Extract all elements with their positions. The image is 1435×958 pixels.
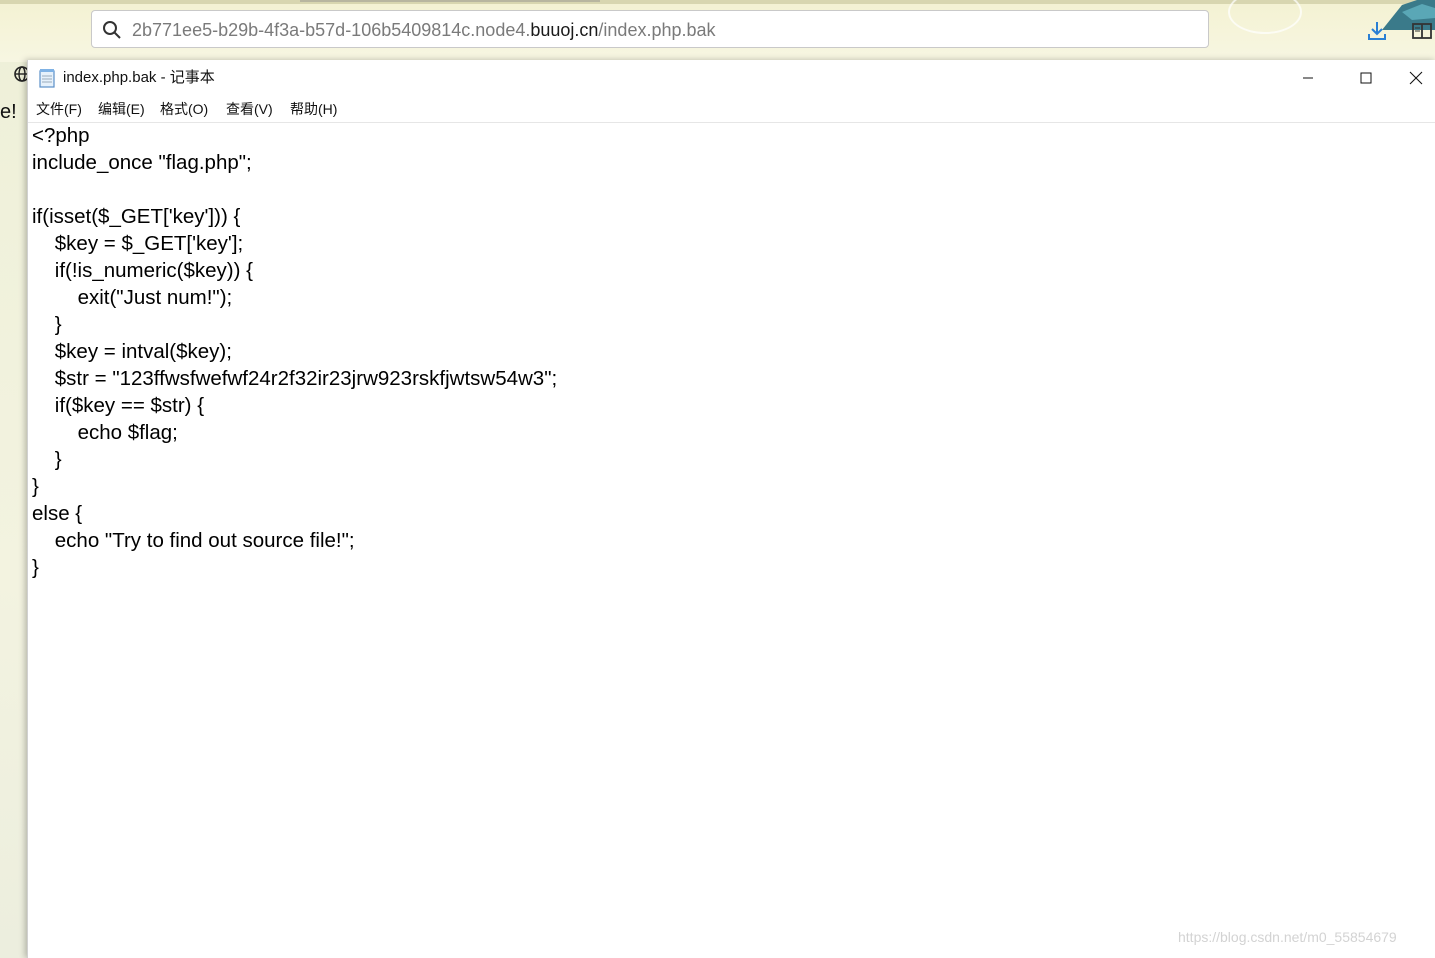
menu-view[interactable]: 查看(V)	[226, 96, 273, 122]
notepad-window[interactable]: index.php.bak - 记事本 文件(F) 编辑(E) 格式(O) 查看…	[27, 60, 1435, 958]
title-bar[interactable]: index.php.bak - 记事本	[28, 60, 1435, 96]
maximize-icon	[1360, 72, 1372, 84]
url-domain: buuoj.cn	[530, 20, 599, 40]
download-icon[interactable]	[1366, 20, 1388, 42]
maximize-button[interactable]	[1337, 60, 1395, 96]
text-editor-area[interactable]: <?php include_once "flag.php"; if(isset(…	[32, 122, 1432, 954]
window-title: index.php.bak - 记事本	[63, 69, 215, 86]
background-page-text: e!	[0, 101, 17, 123]
url-path: /index.php.bak	[598, 20, 716, 40]
address-bar[interactable]: 2b771ee5-b29b-4f3a-b57d-106b5409814c.nod…	[91, 10, 1209, 48]
close-icon	[1409, 71, 1422, 85]
menu-format[interactable]: 格式(O)	[160, 96, 208, 122]
menu-bar: 文件(F) 编辑(E) 格式(O) 查看(V) 帮助(H)	[28, 96, 1435, 123]
watermark: https://blog.csdn.net/m0_55854679	[1178, 929, 1397, 945]
background-decoration	[1228, 0, 1302, 34]
menu-file[interactable]: 文件(F)	[36, 96, 82, 122]
menu-help[interactable]: 帮助(H)	[290, 96, 337, 122]
minimize-icon	[1303, 77, 1313, 79]
search-icon	[103, 21, 121, 39]
file-content[interactable]: <?php include_once "flag.php"; if(isset(…	[32, 122, 1432, 581]
url-prefix: 2b771ee5-b29b-4f3a-b57d-106b5409814c.nod…	[132, 20, 531, 40]
close-button[interactable]	[1395, 60, 1435, 96]
tab-strip	[0, 0, 1435, 4]
url-text[interactable]: 2b771ee5-b29b-4f3a-b57d-106b5409814c.nod…	[132, 11, 716, 49]
menu-edit[interactable]: 编辑(E)	[98, 96, 145, 122]
browser-toolbar: 2b771ee5-b29b-4f3a-b57d-106b5409814c.nod…	[0, 0, 1435, 62]
active-tab-indicator[interactable]	[300, 0, 600, 2]
notepad-icon	[39, 69, 55, 88]
minimize-button[interactable]	[1279, 60, 1337, 96]
reader-mode-icon[interactable]	[1411, 21, 1433, 41]
